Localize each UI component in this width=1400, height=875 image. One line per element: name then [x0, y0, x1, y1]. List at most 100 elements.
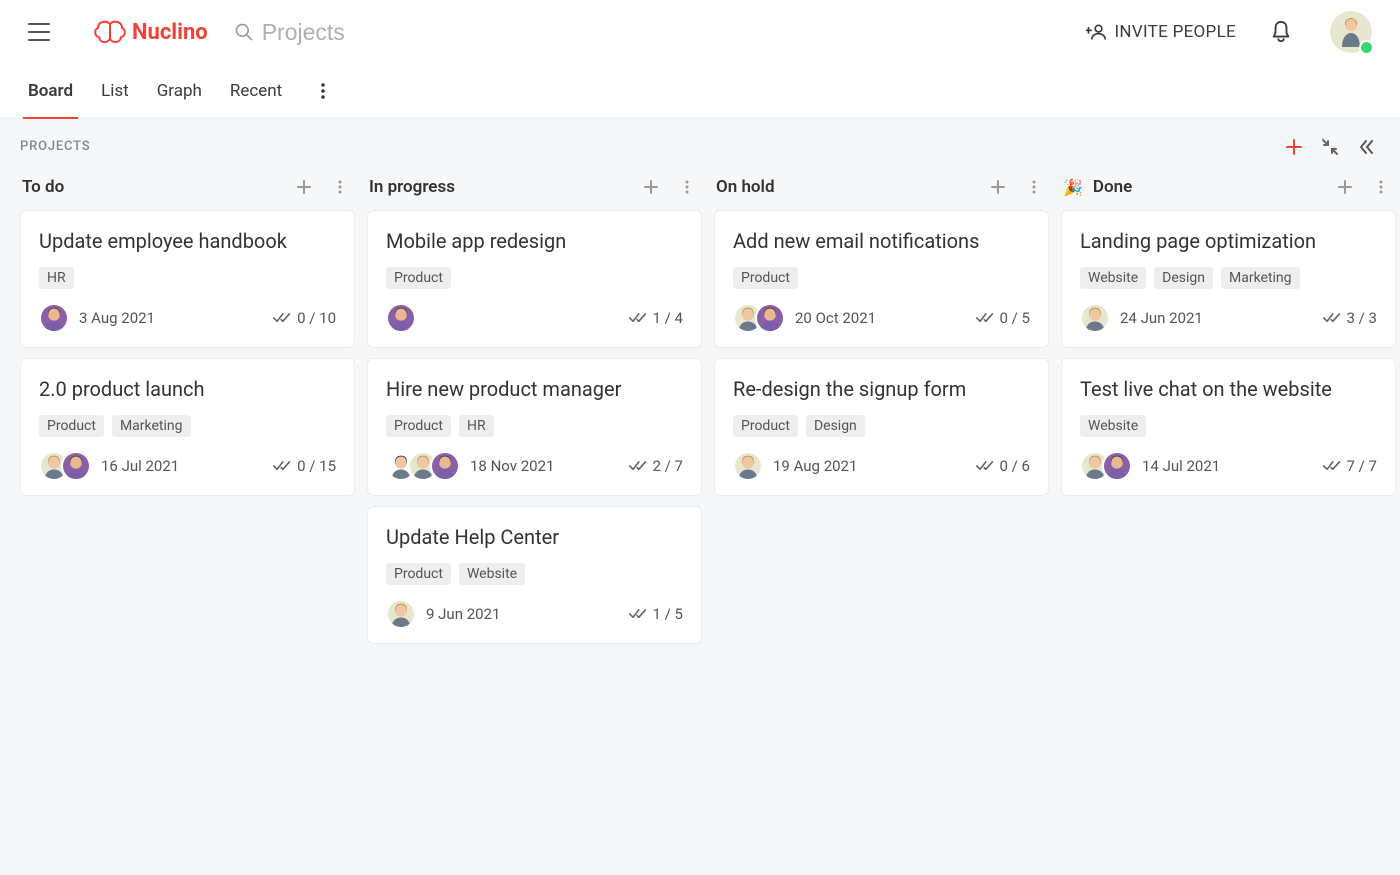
card-title: Re-design the signup form: [733, 377, 1030, 401]
view-more-menu[interactable]: [310, 78, 336, 104]
column-cards: Mobile app redesign Product 1 / 4 Hire n…: [367, 210, 702, 644]
notifications-button[interactable]: [1270, 20, 1292, 44]
search-input[interactable]: [262, 19, 462, 46]
column-title: Done: [1093, 177, 1132, 197]
breadcrumb: PROJECTS: [20, 139, 90, 154]
column-cards: Add new email notifications Product 20 O…: [714, 210, 1049, 496]
dots-vertical-icon: [332, 179, 348, 195]
card-footer: 19 Aug 2021 0 / 6: [733, 451, 1030, 481]
tasks-icon: [629, 607, 647, 621]
assignee-avatars: [386, 303, 416, 333]
chevrons-left-icon: [1357, 138, 1375, 156]
card-footer: 16 Jul 2021 0 / 15: [39, 451, 336, 481]
card-date: 19 Aug 2021: [773, 457, 857, 475]
hide-panel-button[interactable]: [1352, 133, 1380, 161]
board-card[interactable]: Update employee handbook HR 3 Aug 2021 0…: [20, 210, 355, 348]
card-task-count: 1 / 4: [629, 309, 684, 327]
column-add-button[interactable]: [1332, 174, 1358, 200]
collapse-button[interactable]: [1316, 133, 1344, 161]
card-task-count: 7 / 7: [1323, 457, 1378, 475]
card-tag: Product: [733, 415, 798, 437]
board-card[interactable]: Test live chat on the website Website 14…: [1061, 358, 1396, 496]
view-tabs: Board List Graph Recent: [0, 64, 1400, 119]
tab-list[interactable]: List: [101, 64, 129, 118]
board-column: In progress Mobile app redesign Product …: [367, 174, 702, 654]
brand-logo[interactable]: Nuclino: [94, 20, 208, 45]
card-tags: ProductHR: [386, 415, 683, 437]
board-column: 🎉 Done Landing page optimization Website…: [1061, 174, 1396, 654]
assignee-avatar: [61, 451, 91, 481]
card-title: Mobile app redesign: [386, 229, 683, 253]
board-card[interactable]: Add new email notifications Product 20 O…: [714, 210, 1049, 348]
assignee-avatars: [386, 599, 416, 629]
board-card[interactable]: Re-design the signup form ProductDesign …: [714, 358, 1049, 496]
tab-board[interactable]: Board: [28, 64, 73, 118]
column-add-button[interactable]: [638, 174, 664, 200]
plus-icon: [643, 179, 659, 195]
board-card[interactable]: Hire new product manager ProductHR 18 No…: [367, 358, 702, 496]
add-item-button[interactable]: [1280, 133, 1308, 161]
card-tag: Product: [733, 267, 798, 289]
card-task-count: 0 / 10: [273, 309, 336, 327]
card-task-count: 3 / 3: [1323, 309, 1378, 327]
card-date: 9 Jun 2021: [426, 605, 500, 623]
column-menu-button[interactable]: [674, 174, 700, 200]
card-footer: 14 Jul 2021 7 / 7: [1080, 451, 1377, 481]
card-tags: Product: [733, 267, 1030, 289]
board-card[interactable]: Mobile app redesign Product 1 / 4: [367, 210, 702, 348]
plus-icon: [990, 179, 1006, 195]
column-menu-button[interactable]: [327, 174, 353, 200]
board-column: On hold Add new email notifications Prod…: [714, 174, 1049, 654]
column-add-button[interactable]: [291, 174, 317, 200]
card-task-count: 0 / 5: [976, 309, 1031, 327]
card-date: 3 Aug 2021: [79, 309, 155, 327]
invite-person-icon: [1086, 23, 1106, 41]
card-date: 24 Jun 2021: [1120, 309, 1203, 327]
tab-recent[interactable]: Recent: [230, 64, 282, 118]
board-card[interactable]: 2.0 product launch ProductMarketing 16 J…: [20, 358, 355, 496]
card-task-count: 0 / 15: [273, 457, 336, 475]
column-header: On hold: [714, 174, 1049, 210]
search-field[interactable]: [234, 19, 462, 46]
column-header: To do: [20, 174, 355, 210]
user-avatar[interactable]: [1330, 11, 1372, 53]
card-title: Add new email notifications: [733, 229, 1030, 253]
tasks-icon: [273, 459, 291, 473]
collapse-icon: [1321, 138, 1339, 156]
invite-people-button[interactable]: INVITE PEOPLE: [1086, 22, 1236, 42]
column-title: On hold: [716, 177, 775, 197]
tasks-icon: [629, 311, 647, 325]
card-title: Landing page optimization: [1080, 229, 1377, 253]
card-title: Update Help Center: [386, 525, 683, 549]
card-tag: HR: [39, 267, 74, 289]
card-tag: Design: [1154, 267, 1213, 289]
board-card[interactable]: Update Help Center ProductWebsite 9 Jun …: [367, 506, 702, 644]
assignee-avatar: [755, 303, 785, 333]
board-card[interactable]: Landing page optimization Website Design M…: [1061, 210, 1396, 348]
card-tag: Marketing: [1221, 267, 1300, 289]
dots-vertical-icon: [1373, 179, 1389, 195]
card-date: 16 Jul 2021: [101, 457, 179, 475]
tab-graph[interactable]: Graph: [157, 64, 202, 118]
card-tag: Website: [1080, 267, 1146, 289]
column-menu-button[interactable]: [1368, 174, 1394, 200]
card-task-count: 0 / 6: [976, 457, 1031, 475]
assignee-avatars: [733, 451, 763, 481]
card-title: 2.0 product launch: [39, 377, 336, 401]
hamburger-menu-icon[interactable]: [28, 23, 50, 41]
card-footer: 9 Jun 2021 1 / 5: [386, 599, 683, 629]
card-tags: ProductMarketing: [39, 415, 336, 437]
search-icon: [234, 22, 254, 42]
board-columns: To do Update employee handbook HR 3 Aug …: [20, 174, 1380, 654]
assignee-avatars: [39, 303, 69, 333]
invite-label: INVITE PEOPLE: [1114, 22, 1236, 42]
bell-icon: [1270, 20, 1292, 44]
card-date: 14 Jul 2021: [1142, 457, 1220, 475]
card-footer: 18 Nov 2021 2 / 7: [386, 451, 683, 481]
card-tag: Product: [386, 415, 451, 437]
board-area: PROJECTS To do: [0, 119, 1400, 875]
column-add-button[interactable]: [985, 174, 1011, 200]
column-menu-button[interactable]: [1021, 174, 1047, 200]
tasks-icon: [976, 459, 994, 473]
dots-vertical-icon: [679, 179, 695, 195]
